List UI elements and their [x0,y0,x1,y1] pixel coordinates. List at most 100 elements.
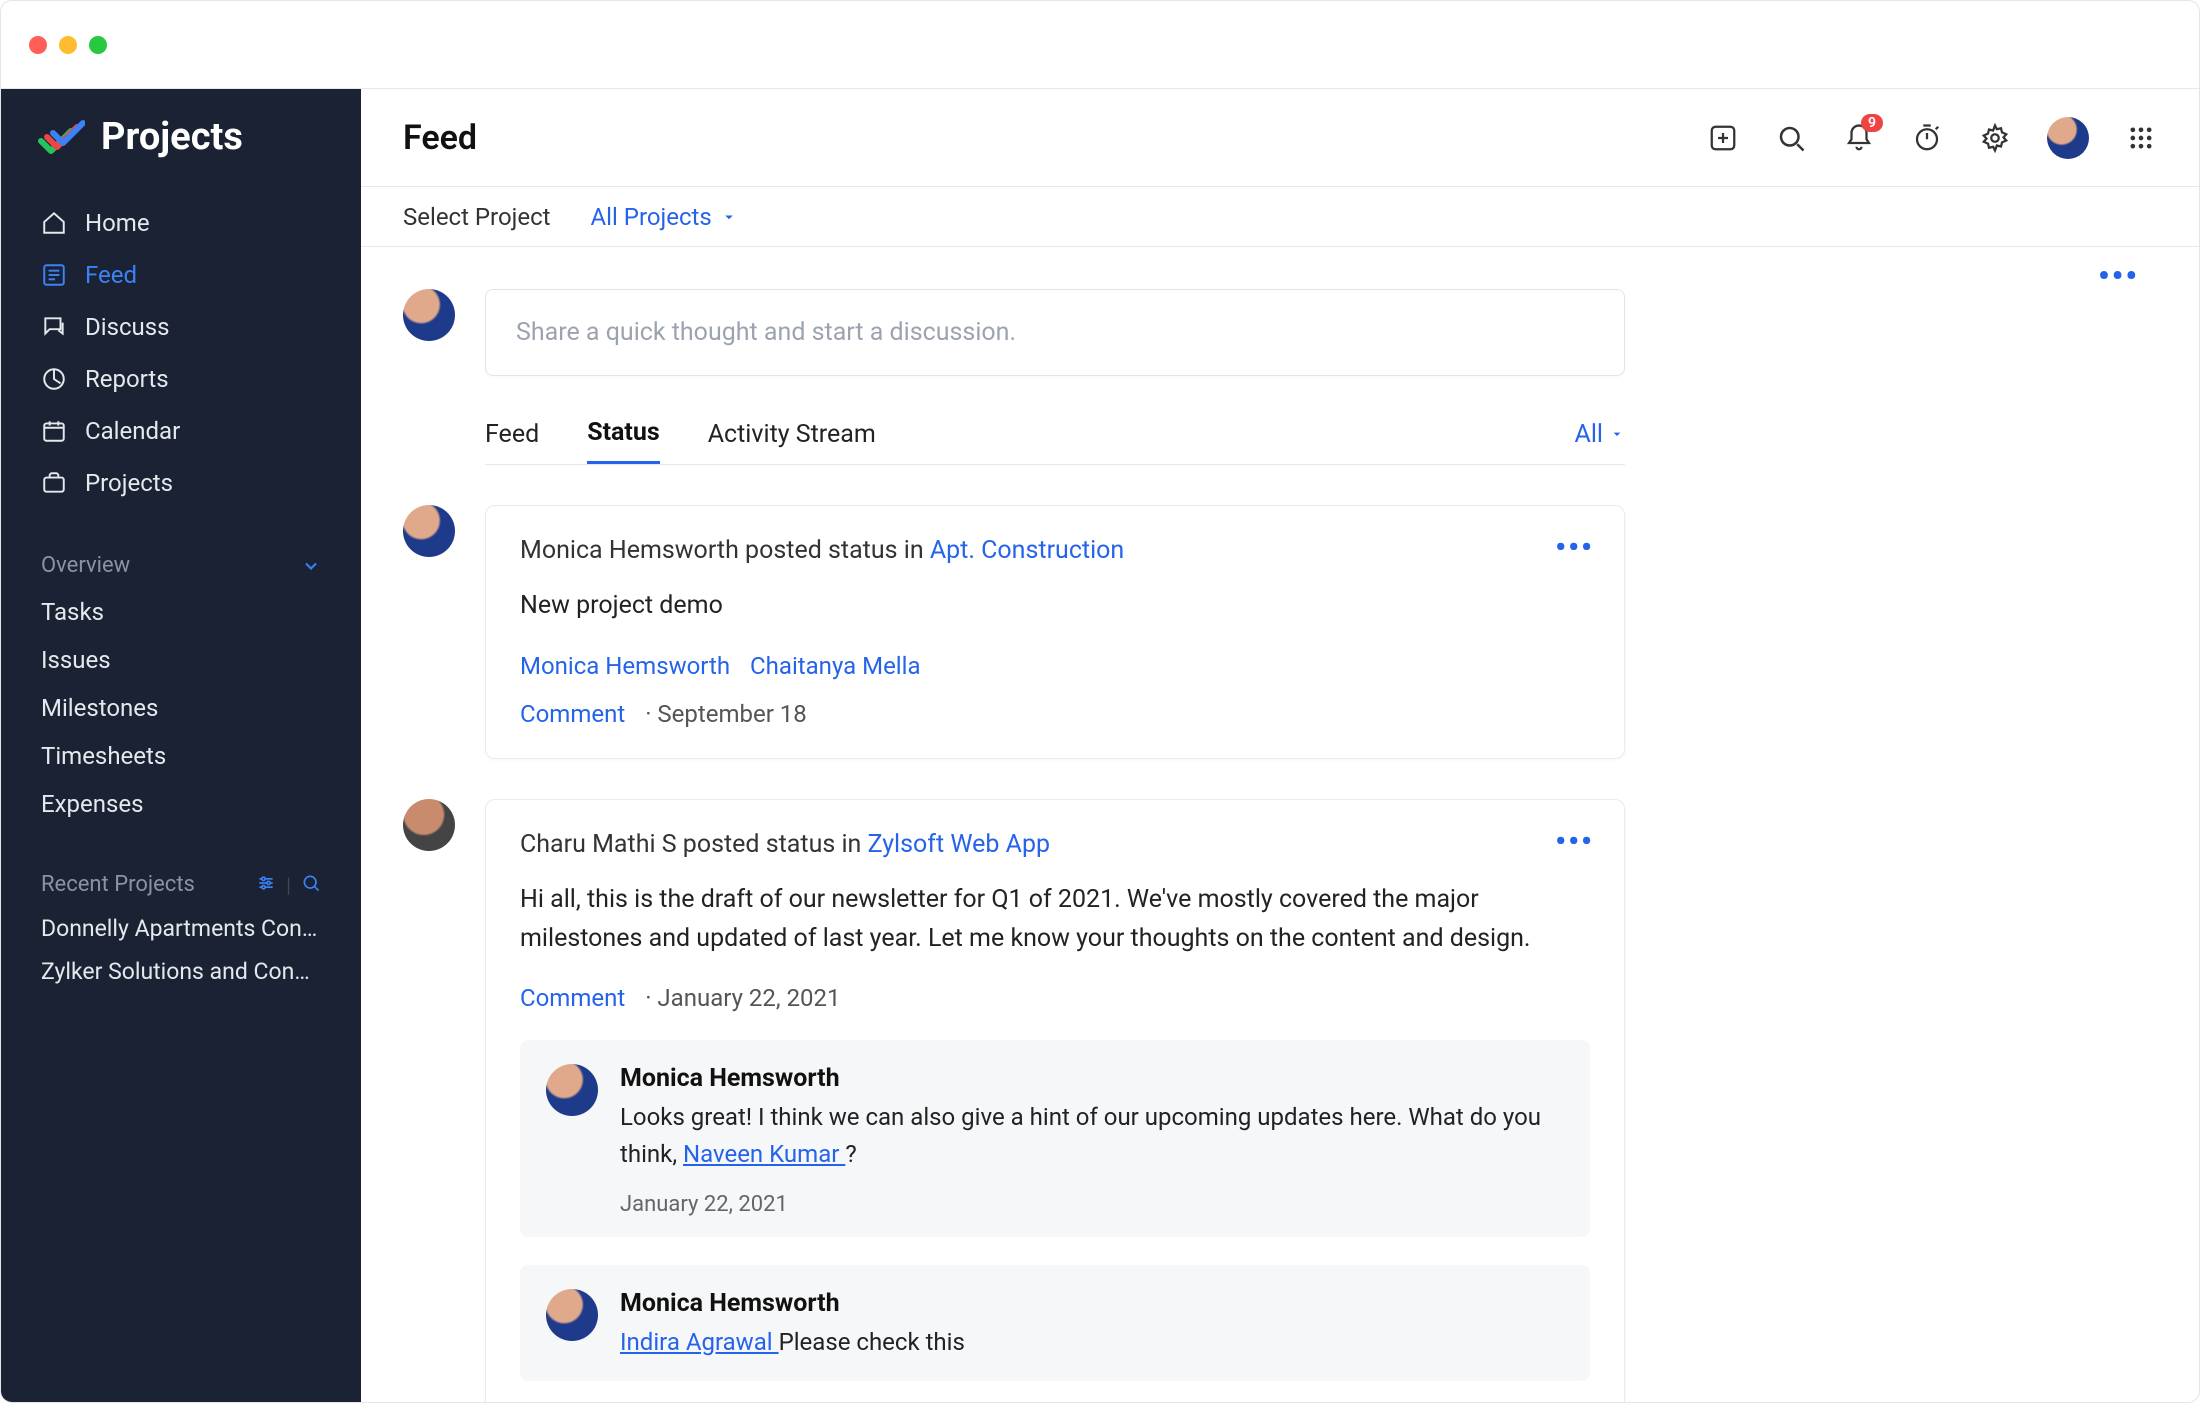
search-recent-icon[interactable] [301,873,321,897]
post: ••• Charu Mathi S posted status in Zylso… [403,799,2139,1402]
page-title: Feed [403,118,477,158]
sidebar-item-discuss[interactable]: Discuss [1,301,361,353]
comment-author: Monica Hemsworth [620,1064,1564,1093]
timer-button[interactable] [1911,122,1943,154]
post-body: Hi all, this is the draft of our newslet… [520,881,1590,959]
post-date: January 22, 2021 [657,984,840,1012]
sidebar-item-projects[interactable]: Projects [1,457,361,509]
window-minimize-dot[interactable] [59,36,77,54]
brand: Projects [1,89,361,197]
filter-icon[interactable] [256,873,276,897]
search-button[interactable] [1775,122,1807,154]
mention-link[interactable]: Chaitanya Mella [750,652,920,680]
comment: Monica Hemsworth Looks great! I think we… [520,1040,1590,1236]
overview-header[interactable]: Overview [1,533,361,588]
content: Feed 9 [361,89,2199,1402]
feed-scroll[interactable]: ••• Share a quick thought and start a di… [361,247,2199,1402]
notification-badge: 9 [1861,114,1883,132]
caret-down-icon [1609,426,1625,442]
tab-filter[interactable]: All [1575,420,1625,449]
post-body: New project demo [520,587,1590,626]
mention-link[interactable]: Naveen Kumar [683,1140,845,1168]
post-card: ••• Monica Hemsworth posted status in Ap… [485,505,1625,759]
recent-project-1[interactable]: Zylker Solutions and Constr [1,950,361,993]
brand-name: Projects [101,115,243,159]
briefcase-icon [41,470,67,496]
sub-item-expenses[interactable]: Expenses [1,780,361,828]
comment-avatar [546,1064,598,1116]
add-button[interactable] [1707,122,1739,154]
tab-activity-stream[interactable]: Activity Stream [708,406,876,463]
post-author: Charu Mathi S [520,830,677,859]
nav-label: Home [85,209,150,237]
mention-link[interactable]: Indira Agrawal [620,1328,779,1356]
tab-feed[interactable]: Feed [485,406,539,463]
compose-avatar [403,289,455,341]
sidebar-item-feed[interactable]: Feed [1,249,361,301]
post-avatar [403,799,455,851]
post-avatar [403,505,455,557]
filterbar: Select Project All Projects [361,187,2199,247]
filter-value[interactable]: All Projects [591,203,738,231]
feed-tabs: Feed Status Activity Stream All [485,404,1625,465]
comment-text: Indira Agrawal Please check this [620,1324,1564,1361]
window-maximize-dot[interactable] [89,36,107,54]
nav-label: Feed [85,261,137,289]
post-header: Charu Mathi S posted status in Zylsoft W… [520,830,1590,859]
nav-label: Discuss [85,313,170,341]
post-project-link[interactable]: Zylsoft Web App [868,830,1050,859]
post-mentions: Monica Hemsworth Chaitanya Mella [520,652,1590,680]
filter-value-text: All Projects [591,203,712,231]
sidebar-item-reports[interactable]: Reports [1,353,361,405]
compose-input[interactable]: Share a quick thought and start a discus… [485,289,1625,376]
topbar: Feed 9 [361,89,2199,187]
comment-author: Monica Hemsworth [620,1289,1564,1318]
comment-avatar [546,1289,598,1341]
apps-button[interactable] [2125,122,2157,154]
sub-item-milestones[interactable]: Milestones [1,684,361,732]
tab-filter-label: All [1575,420,1603,449]
feed-icon [41,262,67,288]
sub-item-issues[interactable]: Issues [1,636,361,684]
reports-icon [41,366,67,392]
mention-link[interactable]: Monica Hemsworth [520,652,730,680]
top-actions: 9 [1707,117,2157,159]
post-meta: Comment · September 18 [520,700,1590,728]
post-more-button[interactable]: ••• [1555,530,1594,565]
settings-button[interactable] [1979,122,2011,154]
post-project-link[interactable]: Apt. Construction [930,536,1124,565]
comment-link[interactable]: Comment [520,984,625,1012]
nav-label: Projects [85,469,173,497]
post-header: Monica Hemsworth posted status in Apt. C… [520,536,1590,565]
post-meta: Comment · January 22, 2021 [520,984,1590,1012]
chevron-down-icon [301,556,321,576]
sidebar: Projects Home Feed [1,89,361,1402]
user-avatar[interactable] [2047,117,2089,159]
notifications-button[interactable]: 9 [1843,122,1875,154]
sub-item-tasks[interactable]: Tasks [1,588,361,636]
sub-item-timesheets[interactable]: Timesheets [1,732,361,780]
window-close-dot[interactable] [29,36,47,54]
filter-label: Select Project [403,203,551,231]
post-date: September 18 [657,700,806,728]
home-icon [41,210,67,236]
recent-header: Recent Projects | [1,852,361,907]
post-verb: posted status in [739,536,930,565]
sidebar-item-calendar[interactable]: Calendar [1,405,361,457]
nav-label: Reports [85,365,169,393]
comment-text: Looks great! I think we can also give a … [620,1099,1564,1173]
caret-down-icon [720,208,738,226]
post-more-button[interactable]: ••• [1555,824,1594,859]
tab-status[interactable]: Status [587,404,660,464]
feed-more-button[interactable]: ••• [2098,257,2139,295]
calendar-icon [41,418,67,444]
overview-label: Overview [41,553,130,578]
recent-project-0[interactable]: Donnelly Apartments Const [1,907,361,950]
post-card: ••• Charu Mathi S posted status in Zylso… [485,799,1625,1402]
post: ••• Monica Hemsworth posted status in Ap… [403,505,2139,759]
post-author: Monica Hemsworth [520,536,739,565]
comment-link[interactable]: Comment [520,700,625,728]
sidebar-item-home[interactable]: Home [1,197,361,249]
discuss-icon [41,314,67,340]
window-titlebar [1,1,2199,89]
